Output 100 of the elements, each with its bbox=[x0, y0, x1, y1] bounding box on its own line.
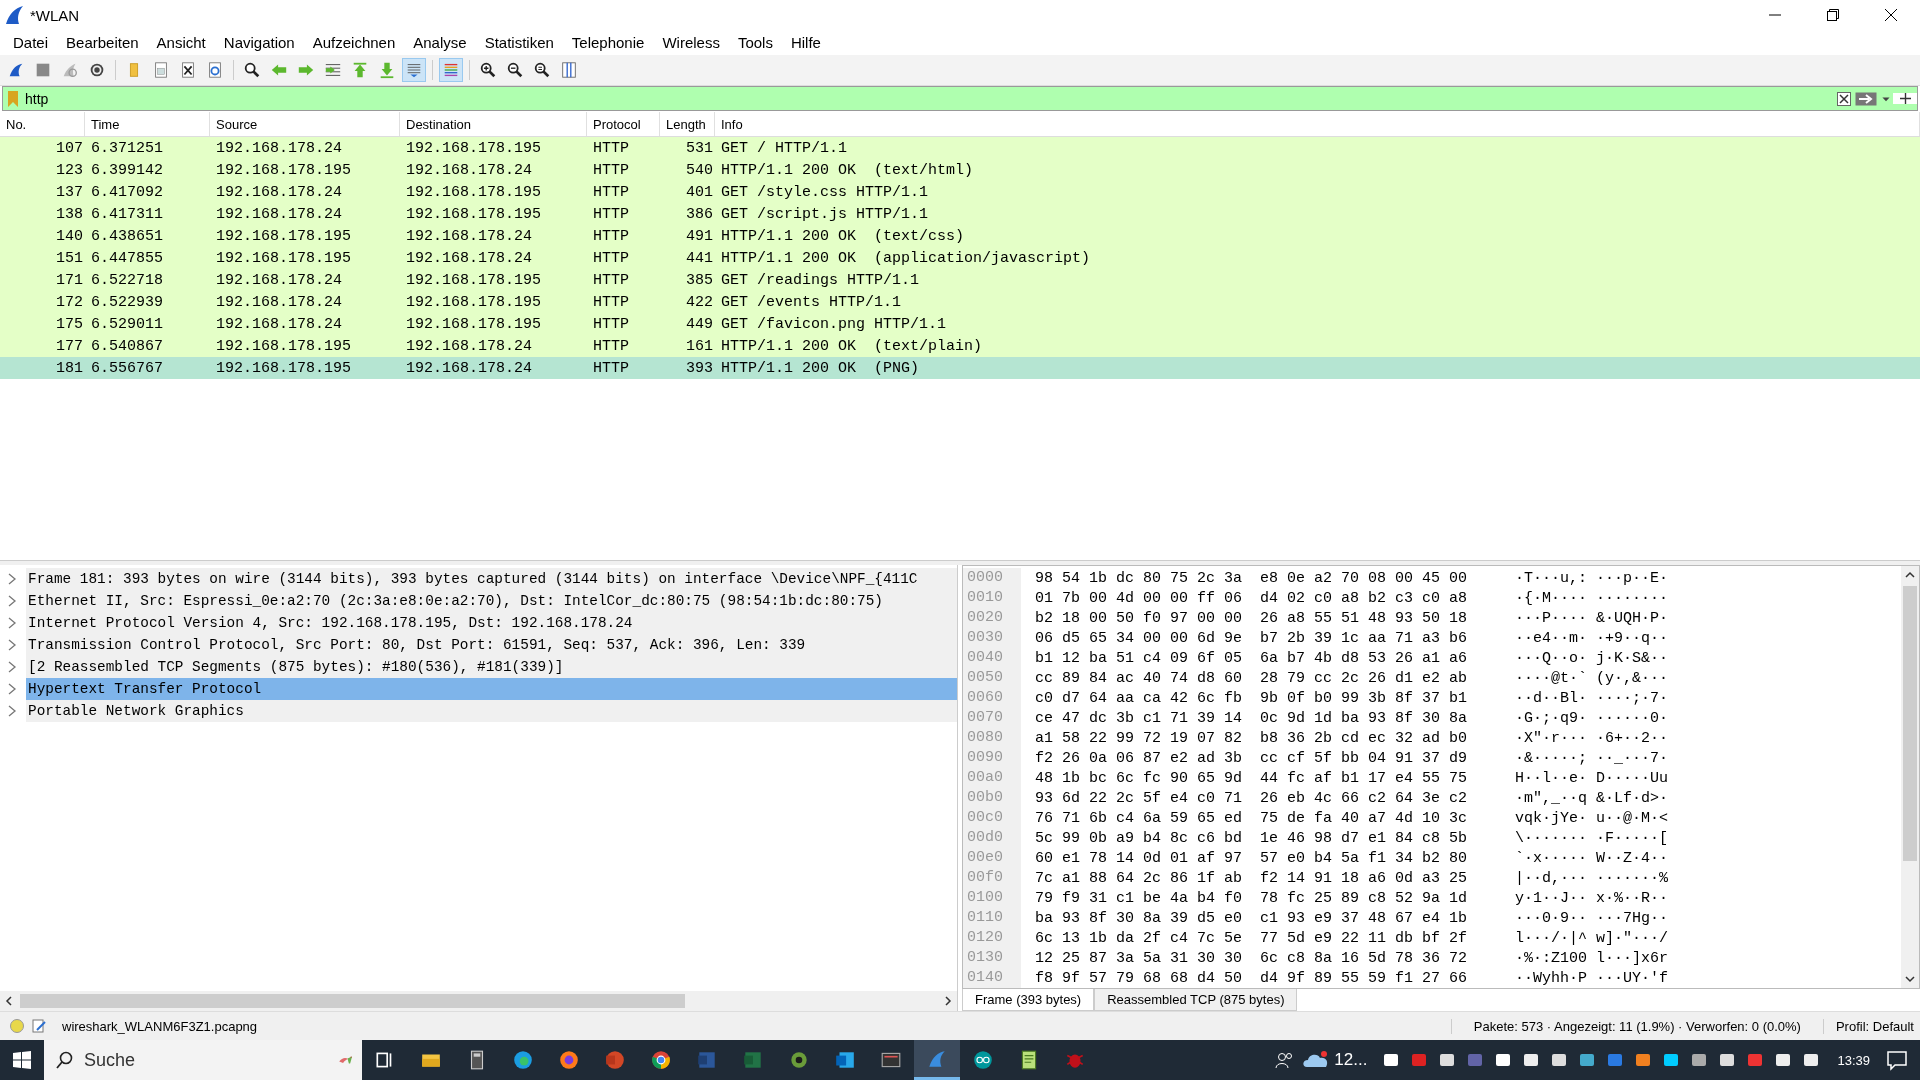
profile-label[interactable]: Profil: Default bbox=[1823, 1018, 1920, 1034]
column-header[interactable]: Time bbox=[85, 112, 210, 137]
packet-row[interactable]: 177 6.540867 192.168.178.195 192.168.178.24 HTTP 161 HTTP/1.1 200 OK (text/plain) bbox=[0, 335, 1920, 358]
packet-row[interactable]: 175 6.529011 192.168.178.24 192.168.178.195 HTTP 449 GET /favicon.png HTTP/1.1 bbox=[0, 313, 1920, 336]
table-cell-text: 6.447855 bbox=[90, 249, 164, 267]
pencil-icon[interactable] bbox=[32, 1019, 46, 1034]
display-filter-field[interactable]: http bbox=[25, 90, 1835, 107]
menu-item[interactable]: Analyse bbox=[404, 31, 476, 53]
people-icon[interactable] bbox=[1274, 1050, 1295, 1070]
tree-item[interactable]: Frame 181: 393 bytes on wire (3144 bits), 393 bytes captured (3144 bits) on interface \Device\NPF_{411C bbox=[26, 568, 957, 591]
packet-row[interactable]: 107 6.371251 192.168.178.24 192.168.178.195 HTTP 531 GET / HTTP/1.1 bbox=[0, 137, 1920, 160]
colorize-button[interactable] bbox=[439, 57, 463, 82]
table-cell-text: 422 bbox=[685, 293, 714, 311]
ascii-bytes: H··l··e· D·····Uu bbox=[1515, 769, 1669, 787]
menu-item[interactable]: Statistiken bbox=[475, 31, 563, 53]
table-cell-text: 192.168.178.195 bbox=[405, 183, 543, 201]
add-icon[interactable] bbox=[1899, 93, 1911, 104]
packet-row[interactable]: 140 6.438651 192.168.178.195 192.168.178.24 HTTP 491 HTTP/1.1 200 OK (text/css) bbox=[0, 225, 1920, 248]
notification-icon[interactable] bbox=[1886, 1049, 1908, 1071]
menu-item[interactable]: Hilfe bbox=[781, 31, 830, 53]
packet-row[interactable]: 151 6.447855 192.168.178.195 192.168.178.24 HTTP 441 HTTP/1.1 200 OK (application/javascript) bbox=[0, 247, 1920, 270]
apply-button[interactable] bbox=[1853, 91, 1879, 106]
table-cell-text: HTTP bbox=[592, 183, 630, 201]
menu-item[interactable]: Ansicht bbox=[147, 31, 215, 53]
table-cell-text: 137 bbox=[55, 183, 84, 201]
menu-item[interactable]: Telephonie bbox=[562, 31, 654, 53]
chevron-icon[interactable] bbox=[6, 595, 18, 608]
menu-item[interactable]: Aufzeichnen bbox=[303, 31, 405, 53]
column-header[interactable]: Source bbox=[210, 112, 400, 137]
bytes-tab[interactable]: Frame (393 bytes) bbox=[962, 989, 1095, 1012]
table-cell-text: HTTP bbox=[592, 161, 630, 179]
tree-item[interactable]: Hypertext Transfer Protocol bbox=[26, 678, 957, 701]
scroll-right-icon[interactable] bbox=[943, 996, 953, 1007]
search-icon bbox=[56, 1051, 74, 1069]
table-cell-text: HTTP bbox=[592, 315, 630, 333]
scroll-left-icon[interactable] bbox=[4, 996, 14, 1007]
table-cell-text: GET /favicon.png HTTP/1.1 bbox=[720, 315, 948, 333]
menu-item[interactable]: Navigation bbox=[214, 31, 304, 53]
table-cell-text: 172 bbox=[55, 293, 84, 311]
column-header[interactable]: Info bbox=[715, 112, 1920, 137]
table-cell-text: 192.168.178.24 bbox=[215, 315, 344, 333]
table-cell-text: 192.168.178.195 bbox=[405, 139, 543, 157]
byte-offset: 00f0 bbox=[963, 868, 1021, 889]
table-cell-text: 6.540867 bbox=[90, 337, 164, 355]
byte-offset: 00c0 bbox=[963, 808, 1021, 829]
scrollbar-thumb[interactable] bbox=[20, 994, 685, 1009]
hex-bytes: b1 12 ba 51 c4 09 6f 05 6a b7 4b d8 53 26 a1 a6 bbox=[1035, 649, 1469, 667]
autoscroll-button[interactable] bbox=[402, 57, 426, 82]
filter-bar[interactable]: http bbox=[2, 85, 1918, 112]
ascii-bytes: ·X"·r··· ·6+··2·· bbox=[1515, 729, 1669, 747]
table-cell-text: 393 bbox=[685, 359, 714, 377]
chevron-icon[interactable] bbox=[6, 639, 18, 652]
byte-offset: 0100 bbox=[963, 888, 1021, 909]
tree-item[interactable]: Transmission Control Protocol, Src Port: 80, Dst Port: 61591, Seq: 537, Ack: 396, Len: 339 bbox=[26, 634, 957, 657]
column-header[interactable]: Protocol bbox=[587, 112, 660, 137]
close-file-icon bbox=[179, 60, 197, 79]
ascii-bytes: vqk·jYe· u··@·M·< bbox=[1515, 809, 1669, 827]
table-cell-text: 6.371251 bbox=[90, 139, 164, 157]
packet-row[interactable]: 181 6.556767 192.168.178.195 192.168.178.24 HTTP 393 HTTP/1.1 200 OK (PNG) bbox=[0, 357, 1920, 380]
tree-item[interactable]: [2 Reassembled TCP Segments (875 bytes): #180(536), #181(339)] bbox=[26, 656, 957, 679]
column-header[interactable]: Destination bbox=[400, 112, 587, 137]
table-cell-text: HTTP bbox=[592, 205, 630, 223]
chevron-icon[interactable] bbox=[6, 705, 18, 718]
byte-offset: 0050 bbox=[963, 668, 1021, 689]
file-icon bbox=[152, 60, 170, 79]
tree-item[interactable]: Portable Network Graphics bbox=[26, 700, 957, 723]
bytes-tab[interactable]: Reassembled TCP (875 bytes) bbox=[1094, 989, 1298, 1012]
menu-item[interactable]: Wireless bbox=[653, 31, 729, 53]
ascii-bytes: ···0·9·· ···7Hg·· bbox=[1515, 909, 1669, 927]
hex-bytes: 5c 99 0b a9 b4 8c c6 bd 1e 46 98 d7 e1 84 c8 5b bbox=[1035, 829, 1469, 847]
clear-button[interactable] bbox=[1835, 91, 1853, 106]
column-header[interactable]: No. bbox=[0, 112, 85, 137]
menu-item[interactable]: Tools bbox=[728, 31, 782, 53]
table-cell-text: 192.168.178.24 bbox=[405, 359, 534, 377]
chevron-icon[interactable] bbox=[6, 573, 18, 586]
chevron-icon[interactable] bbox=[6, 661, 18, 674]
scrollbar-thumb[interactable] bbox=[1903, 586, 1917, 862]
packet-row[interactable]: 172 6.522939 192.168.178.24 192.168.178.195 HTTP 422 GET /events HTTP/1.1 bbox=[0, 291, 1920, 314]
hex-bytes: 48 1b bc 6c fc 90 65 9d 44 fc af b1 17 e4 55 75 bbox=[1035, 769, 1469, 787]
weather-temperature[interactable]: 12... bbox=[1334, 1050, 1368, 1070]
menu-item[interactable]: Bearbeiten bbox=[57, 31, 148, 53]
clear-icon bbox=[1837, 91, 1851, 106]
packet-row[interactable]: 137 6.417092 192.168.178.24 192.168.178.195 HTTP 401 GET /style.css HTTP/1.1 bbox=[0, 181, 1920, 204]
byte-offset: 0030 bbox=[963, 628, 1021, 649]
tree-item[interactable]: Internet Protocol Version 4, Src: 192.168.178.195, Dst: 192.168.178.24 bbox=[26, 612, 957, 635]
tree-item[interactable]: Ethernet II, Src: Espressi_0e:a2:70 (2c:3a:e8:0e:a2:70), Dst: IntelCor_dc:80:75 (98:54:1b:dc:80:75) bbox=[26, 590, 957, 613]
table-cell-text: HTTP/1.1 200 OK (PNG) bbox=[720, 359, 921, 377]
ascii-bytes: \······· ·F·····[ bbox=[1515, 829, 1669, 847]
chevron-icon[interactable] bbox=[6, 683, 18, 696]
table-cell-text: 386 bbox=[685, 205, 714, 223]
packet-stats: Pakete: 573 · Angezeigt: 11 (1.9%) · Verworfen: 0 (0.0%) bbox=[1450, 1018, 1824, 1034]
menu-item[interactable]: Datei bbox=[4, 31, 58, 53]
chevron-icon[interactable] bbox=[6, 617, 18, 630]
packet-row[interactable]: 138 6.417311 192.168.178.24 192.168.178.195 HTTP 386 GET /script.js HTTP/1.1 bbox=[0, 203, 1920, 226]
table-cell-text: 6.529011 bbox=[90, 315, 164, 333]
column-header[interactable]: Length bbox=[660, 112, 715, 137]
packet-row[interactable]: 171 6.522718 192.168.178.24 192.168.178.195 HTTP 385 GET /readings HTTP/1.1 bbox=[0, 269, 1920, 292]
search-field[interactable]: Suche bbox=[44, 1040, 362, 1080]
scroll-down-icon[interactable] bbox=[1905, 974, 1915, 985]
packet-row[interactable]: 123 6.399142 192.168.178.195 192.168.178.24 HTTP 540 HTTP/1.1 200 OK (text/html) bbox=[0, 159, 1920, 182]
